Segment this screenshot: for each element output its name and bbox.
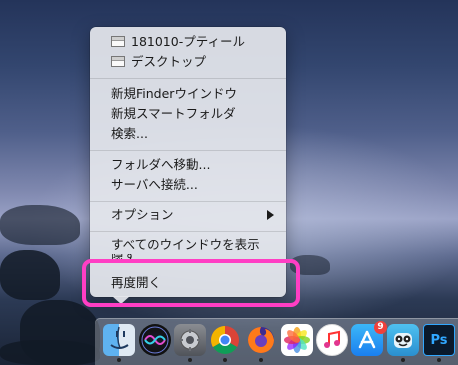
running-indicator (188, 358, 192, 362)
recent-item-label: デスクトップ (131, 54, 207, 69)
window-icon (111, 56, 125, 67)
new-finder-window-label: 新規Finderウインドウ (111, 86, 237, 101)
connect-to-server-item[interactable]: サーバへ接続... (90, 175, 286, 195)
new-smart-folder-item[interactable]: 新規スマートフォルダ (90, 104, 286, 124)
running-indicator (401, 358, 405, 362)
notification-badge: 9 (374, 321, 387, 334)
options-label: オプション (111, 207, 174, 222)
find-item[interactable]: 検索... (90, 124, 286, 144)
highlight-annotation (82, 259, 300, 307)
siri-icon[interactable] (139, 324, 171, 356)
rock (0, 250, 60, 300)
tweetbot-icon[interactable] (387, 324, 419, 356)
photoshop-label: Ps (430, 332, 448, 348)
finder-context-menu: 181010-プティール デスクトップ 新規Finderウインドウ 新規スマート… (90, 27, 286, 297)
submenu-arrow-icon (267, 210, 274, 220)
new-smart-folder-label: 新規スマートフォルダ (111, 106, 236, 121)
app-store-icon[interactable]: 9 (351, 321, 387, 356)
app-store-a-icon (358, 330, 376, 349)
finder-face (110, 326, 129, 349)
recent-item-label: 181010-プティール (131, 34, 245, 49)
menu-separator (90, 231, 286, 232)
siri-wave (141, 326, 169, 354)
photos-flower (284, 327, 310, 353)
new-finder-window-item[interactable]: 新規Finderウインドウ (90, 84, 286, 104)
connect-to-server-label: サーバへ接続... (111, 177, 198, 192)
window-icon (111, 36, 125, 47)
rock (0, 340, 100, 365)
recent-item-desktop[interactable]: デスクトップ (90, 52, 286, 72)
tweetbot-face (394, 333, 412, 348)
running-indicator (259, 358, 263, 362)
go-to-folder-label: フォルダへ移動... (111, 157, 211, 172)
photoshop-icon[interactable]: Ps (423, 324, 455, 356)
music-note-icon (324, 330, 340, 348)
go-to-folder-item[interactable]: フォルダへ移動... (90, 155, 286, 175)
system-preferences-icon[interactable] (174, 324, 206, 356)
dock: 9 Ps (95, 318, 458, 365)
recent-item-181010[interactable]: 181010-プティール (90, 32, 286, 52)
chrome-icon[interactable] (209, 324, 241, 356)
show-all-windows-item[interactable]: すべてのウインドウを表示 (90, 235, 286, 255)
menu-separator (90, 150, 286, 151)
running-indicator (437, 358, 441, 362)
gear-icon (179, 329, 201, 351)
photos-icon[interactable] (281, 324, 313, 356)
options-item[interactable]: オプション (90, 205, 286, 225)
itunes-icon[interactable] (316, 324, 348, 356)
rock (0, 205, 80, 245)
firefox-logo (248, 327, 274, 353)
menu-separator (90, 78, 286, 79)
show-all-windows-label: すべてのウインドウを表示 (111, 237, 260, 252)
finder-icon[interactable] (103, 324, 135, 356)
running-indicator (223, 358, 227, 362)
menu-separator (90, 201, 286, 202)
firefox-icon[interactable] (245, 324, 277, 356)
find-label: 検索... (111, 126, 148, 141)
chrome-logo (211, 326, 239, 354)
running-indicator (117, 358, 121, 362)
